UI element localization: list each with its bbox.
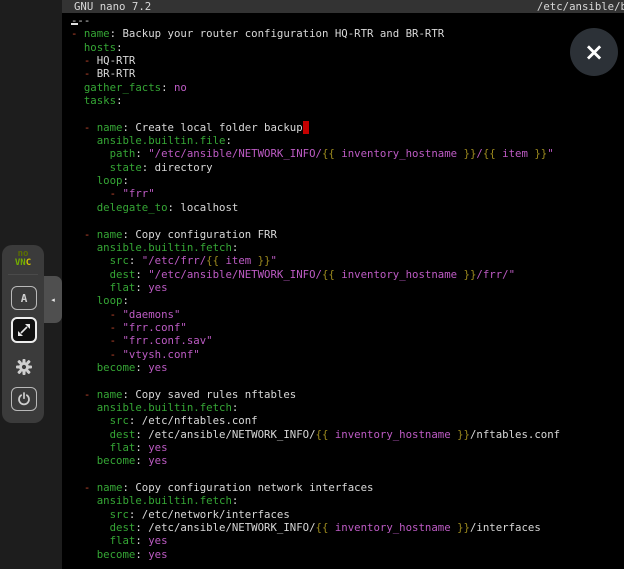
editor-line: - name: Copy saved rules nftables xyxy=(71,388,624,401)
editor-line: dest: /etc/ansible/NETWORK_INFO/{{ inven… xyxy=(71,428,624,441)
editor-line: hosts: xyxy=(71,41,624,54)
text-cursor xyxy=(303,121,309,134)
fullscreen-button[interactable] xyxy=(11,317,37,343)
close-button[interactable]: × xyxy=(570,28,618,76)
editor-line: - BR-RTR xyxy=(71,67,624,80)
vnc-bar-divider xyxy=(8,274,38,275)
novnc-logo-vn: VN xyxy=(15,258,26,268)
keyboard-button[interactable]: A xyxy=(11,286,37,310)
editor-line: - "frr" xyxy=(71,187,624,200)
gear-icon xyxy=(15,358,33,376)
editor-line: become: yes xyxy=(71,454,624,467)
editor-line: gather_facts: no xyxy=(71,81,624,94)
nano-filename-label: /etc/ansible/b xyxy=(537,0,624,13)
editor-line: ansible.builtin.fetch: xyxy=(71,401,624,414)
settings-button[interactable] xyxy=(11,355,37,379)
editor-line: src: /etc/network/interfaces xyxy=(71,508,624,521)
editor-line: loop: xyxy=(71,174,624,187)
editor-line: --- xyxy=(71,14,624,27)
editor-line: become: yes xyxy=(71,548,624,561)
vnc-bar-handle[interactable]: ◂ xyxy=(44,276,62,323)
novnc-logo-c: C xyxy=(26,258,31,268)
editor-line: - name: Create local folder backup xyxy=(71,121,624,134)
editor-line: flat: yes xyxy=(71,281,624,294)
editor-line: - "daemons" xyxy=(71,308,624,321)
editor-line: ansible.builtin.file: xyxy=(71,134,624,147)
keyboard-icon: A xyxy=(21,293,28,304)
editor-line xyxy=(71,214,624,227)
power-button[interactable] xyxy=(11,387,37,411)
editor-line: ansible.builtin.fetch: xyxy=(71,241,624,254)
novnc-logo: no VNC xyxy=(2,245,44,268)
editor-line: become: yes xyxy=(71,361,624,374)
editor-line: tasks: xyxy=(71,94,624,107)
editor-line: - name: Backup your router configuration… xyxy=(71,27,624,40)
editor-lines[interactable]: ---- name: Backup your router configurat… xyxy=(62,13,624,561)
editor-line: - "frr.conf.sav" xyxy=(71,334,624,347)
nano-version-label: GNU nano 7.2 xyxy=(62,0,151,13)
editor-line: - name: Copy configuration network inter… xyxy=(71,481,624,494)
fullscreen-icon xyxy=(17,323,31,337)
editor-line: src: "/etc/frr/{{ item }}" xyxy=(71,254,624,267)
editor-line: state: directory xyxy=(71,161,624,174)
editor-line: ansible.builtin.fetch: xyxy=(71,494,624,507)
editor-line: dest: "/etc/ansible/NETWORK_INFO/{{ inve… xyxy=(71,268,624,281)
page: GNU nano 7.2 /etc/ansible/b ---- name: B… xyxy=(0,0,624,569)
editor-line: flat: yes xyxy=(71,441,624,454)
editor-line: - name: Copy configuration FRR xyxy=(71,228,624,241)
editor-line: src: /etc/nftables.conf xyxy=(71,414,624,427)
stray-underscore-mark xyxy=(71,23,78,25)
editor-line: flat: yes xyxy=(71,534,624,547)
editor-line: loop: xyxy=(71,294,624,307)
nano-terminal[interactable]: GNU nano 7.2 /etc/ansible/b ---- name: B… xyxy=(62,0,624,569)
editor-line: - HQ-RTR xyxy=(71,54,624,67)
nano-titlebar: GNU nano 7.2 /etc/ansible/b xyxy=(62,0,624,13)
vnc-control-bar: no VNC A xyxy=(2,245,44,423)
editor-line: dest: /etc/ansible/NETWORK_INFO/{{ inven… xyxy=(71,521,624,534)
collapse-arrow-icon: ◂ xyxy=(51,296,55,304)
editor-line xyxy=(71,107,624,120)
editor-line: - "frr.conf" xyxy=(71,321,624,334)
editor-line xyxy=(71,374,624,387)
editor-line: - "vtysh.conf" xyxy=(71,348,624,361)
editor-line: path: "/etc/ansible/NETWORK_INFO/{{ inve… xyxy=(71,147,624,160)
close-icon: × xyxy=(584,40,604,64)
power-icon xyxy=(17,392,31,406)
editor-line: delegate_to: localhost xyxy=(71,201,624,214)
editor-line xyxy=(71,468,624,481)
